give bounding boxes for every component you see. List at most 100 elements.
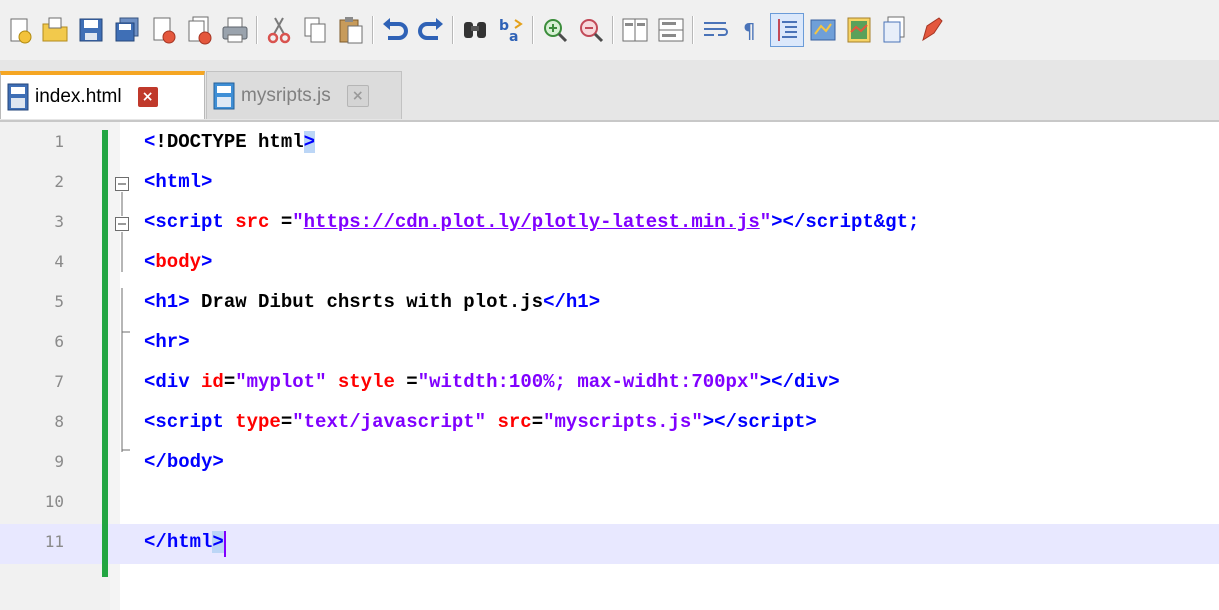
document-icon <box>213 82 235 109</box>
code-token: > <box>201 171 213 193</box>
print-icon[interactable] <box>218 13 252 47</box>
code-line[interactable]: 10 <box>0 484 1219 524</box>
sync-horizontal-icon[interactable] <box>654 13 688 47</box>
code-token: = <box>531 411 544 433</box>
replace-icon[interactable]: ba <box>494 13 528 47</box>
code-text[interactable]: <body> <box>144 251 212 273</box>
save-icon[interactable] <box>74 13 108 47</box>
function-list-icon[interactable] <box>878 13 912 47</box>
code-token: hr <box>155 331 179 353</box>
code-token: DOCTYPE html <box>166 131 304 153</box>
code-token: > <box>212 451 224 473</box>
code-token: < <box>144 411 156 433</box>
zoom-out-icon[interactable] <box>574 13 608 47</box>
code-line[interactable]: 9 </body> <box>0 444 1219 484</box>
paste-icon[interactable] <box>334 13 368 47</box>
code-token: = <box>406 371 418 393</box>
code-text[interactable]: <script type="text/javascript" src="mysc… <box>144 411 817 433</box>
code-line[interactable]: 8 <script type="text/javascript" src="mys… <box>0 404 1219 444</box>
code-token: = <box>280 211 293 233</box>
macro-record-icon[interactable] <box>914 13 948 47</box>
code-token: </ <box>144 451 167 473</box>
code-text[interactable]: <div id="myplot" style ="witdth:100%; ma… <box>144 371 840 393</box>
tab-label: index.html <box>35 86 122 107</box>
code-editor[interactable]: 1 <!DOCTYPE html> 2 <html> 3 <script src ="ht… <box>0 122 1219 610</box>
code-token: script <box>155 211 224 233</box>
code-line[interactable]: 5 <h1> Draw Dibut chsrts with plot.js</h1… <box>0 284 1219 324</box>
close-icon[interactable] <box>146 13 180 47</box>
line-number: 3 <box>54 212 64 231</box>
svg-text:¶: ¶ <box>743 19 756 43</box>
line-number: 10 <box>44 492 64 511</box>
code-token: div <box>155 371 190 393</box>
redo-icon[interactable] <box>414 13 448 47</box>
code-token: ></ <box>759 371 794 393</box>
code-token: h1 <box>565 291 589 313</box>
code-token: src <box>223 211 281 233</box>
document-map-icon[interactable] <box>842 13 876 47</box>
code-token: </ <box>543 291 566 313</box>
code-text[interactable]: <hr> <box>144 331 190 353</box>
fold-collapse-icon[interactable] <box>114 176 130 192</box>
code-text[interactable]: <h1> Draw Dibut chsrts with plot.js</h1> <box>144 291 600 313</box>
code-line[interactable]: 7 <div id="myplot" style ="witdth:100%; m… <box>0 364 1219 404</box>
svg-text:a: a <box>509 29 518 45</box>
cut-icon[interactable] <box>262 13 296 47</box>
svg-text:b: b <box>499 18 509 34</box>
code-token: div <box>793 371 829 393</box>
copy-icon[interactable] <box>298 13 332 47</box>
tab-label: mysripts.js <box>241 84 331 106</box>
zoom-in-icon[interactable] <box>538 13 572 47</box>
code-line[interactable]: 6 <hr> <box>0 324 1219 364</box>
sync-vertical-icon[interactable] <box>618 13 652 47</box>
find-icon[interactable] <box>458 13 492 47</box>
line-number: 4 <box>54 252 64 271</box>
code-token: h1 <box>155 291 179 313</box>
code-token: = <box>223 371 236 393</box>
code-token: body <box>155 251 202 273</box>
code-token: &gt; <box>873 211 920 233</box>
tab-mysripts-js[interactable]: mysripts.js × <box>206 71 402 119</box>
code-text[interactable]: </body> <box>144 451 224 473</box>
code-token: > <box>201 251 213 273</box>
open-file-icon[interactable] <box>38 13 72 47</box>
line-number: 7 <box>54 372 64 391</box>
code-token: style <box>326 371 407 393</box>
code-token: https://cdn.plot.ly/plotly-latest.min.js <box>303 211 760 233</box>
code-token: < <box>144 171 156 193</box>
code-token: > <box>805 411 817 433</box>
code-text[interactable]: <script src ="https://cdn.plot.ly/plotly… <box>144 211 919 233</box>
code-token: script <box>736 411 806 433</box>
code-token: < <box>144 251 156 273</box>
code-line[interactable]: 11 </html> <box>0 524 1219 564</box>
word-wrap-icon[interactable] <box>698 13 732 47</box>
code-token: ! <box>155 131 167 153</box>
undo-icon[interactable] <box>378 13 412 47</box>
save-all-icon[interactable] <box>110 13 144 47</box>
new-file-icon[interactable] <box>2 13 36 47</box>
code-token: > <box>178 331 190 353</box>
code-line[interactable]: 1 <!DOCTYPE html> <box>0 124 1219 164</box>
code-token: type <box>223 411 281 433</box>
code-token: "myplot" <box>235 371 327 393</box>
close-tab-icon[interactable]: × <box>346 84 369 107</box>
code-line[interactable]: 2 <html> <box>0 164 1219 204</box>
tab-index-html[interactable]: index.html × <box>0 71 205 119</box>
code-line[interactable]: 3 <script src ="https://cdn.plot.ly/plotl… <box>0 204 1219 244</box>
user-language-icon[interactable] <box>806 13 840 47</box>
code-token: " <box>759 211 772 233</box>
line-number: 11 <box>44 532 64 551</box>
close-tab-icon[interactable]: × <box>137 87 158 107</box>
code-text[interactable]: </html> <box>144 531 224 553</box>
close-all-icon[interactable] <box>182 13 216 47</box>
code-token: "text/javascript" <box>292 411 487 433</box>
code-token: html <box>166 531 213 553</box>
toolbar: ba ¶ <box>0 0 1219 61</box>
code-token: </ <box>144 531 167 553</box>
show-all-chars-icon[interactable]: ¶ <box>734 13 768 47</box>
code-token: ></ <box>771 211 806 233</box>
code-text[interactable]: <html> <box>144 171 212 193</box>
code-line[interactable]: 4 <body> <box>0 244 1219 284</box>
code-text[interactable]: <!DOCTYPE html> <box>144 131 316 153</box>
indent-guide-icon[interactable] <box>770 13 804 47</box>
